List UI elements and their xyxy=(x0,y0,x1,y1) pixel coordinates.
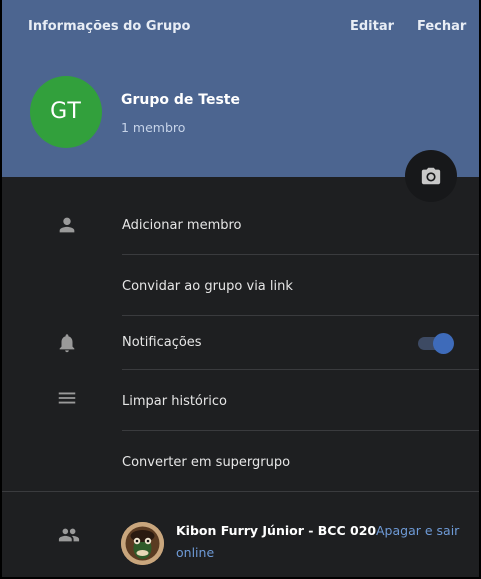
add-member-label: Adicionar membro xyxy=(122,218,242,233)
panel-title: Informações do Grupo xyxy=(28,19,191,34)
toggle-knob xyxy=(433,333,454,354)
member-count: 1 membro xyxy=(121,120,186,135)
convert-supergroup-label: Converter em supergrupo xyxy=(122,455,291,470)
menu-lines-icon xyxy=(58,392,76,404)
camera-icon xyxy=(421,167,441,185)
group-info-panel: Informações do Grupo Editar Fechar GT Gr… xyxy=(2,0,479,577)
notifications-label: Notificações xyxy=(122,335,202,350)
group-name: Grupo de Teste xyxy=(121,92,240,108)
section-divider xyxy=(2,491,479,492)
invite-link-row[interactable]: Convidar ao grupo via link xyxy=(2,255,479,315)
member-name[interactable]: Kibon Furry Júnior - BCC 020 xyxy=(176,523,376,538)
clear-history-label: Limpar histórico xyxy=(122,394,227,409)
clear-history-row[interactable]: Limpar histórico xyxy=(2,370,479,430)
invite-link-label: Convidar ao grupo via link xyxy=(122,279,293,294)
close-button[interactable]: Fechar xyxy=(417,19,466,34)
convert-supergroup-row[interactable]: Converter em supergrupo xyxy=(2,431,479,491)
notifications-toggle[interactable] xyxy=(417,333,455,354)
group-avatar[interactable]: GT xyxy=(30,76,102,148)
notifications-row[interactable]: Notificações xyxy=(2,316,479,369)
add-member-row[interactable]: Adicionar membro xyxy=(2,205,479,253)
leave-group-button[interactable]: Apagar e sair xyxy=(376,523,459,538)
person-icon xyxy=(59,217,75,233)
member-status: online xyxy=(176,545,215,560)
bell-icon xyxy=(59,334,75,353)
member-avatar[interactable] xyxy=(121,522,164,565)
group-header: Informações do Grupo Editar Fechar GT Gr… xyxy=(2,0,479,177)
people-icon xyxy=(58,528,80,542)
change-photo-button[interactable] xyxy=(405,150,457,202)
edit-button[interactable]: Editar xyxy=(350,19,394,34)
member-photo xyxy=(121,522,164,565)
